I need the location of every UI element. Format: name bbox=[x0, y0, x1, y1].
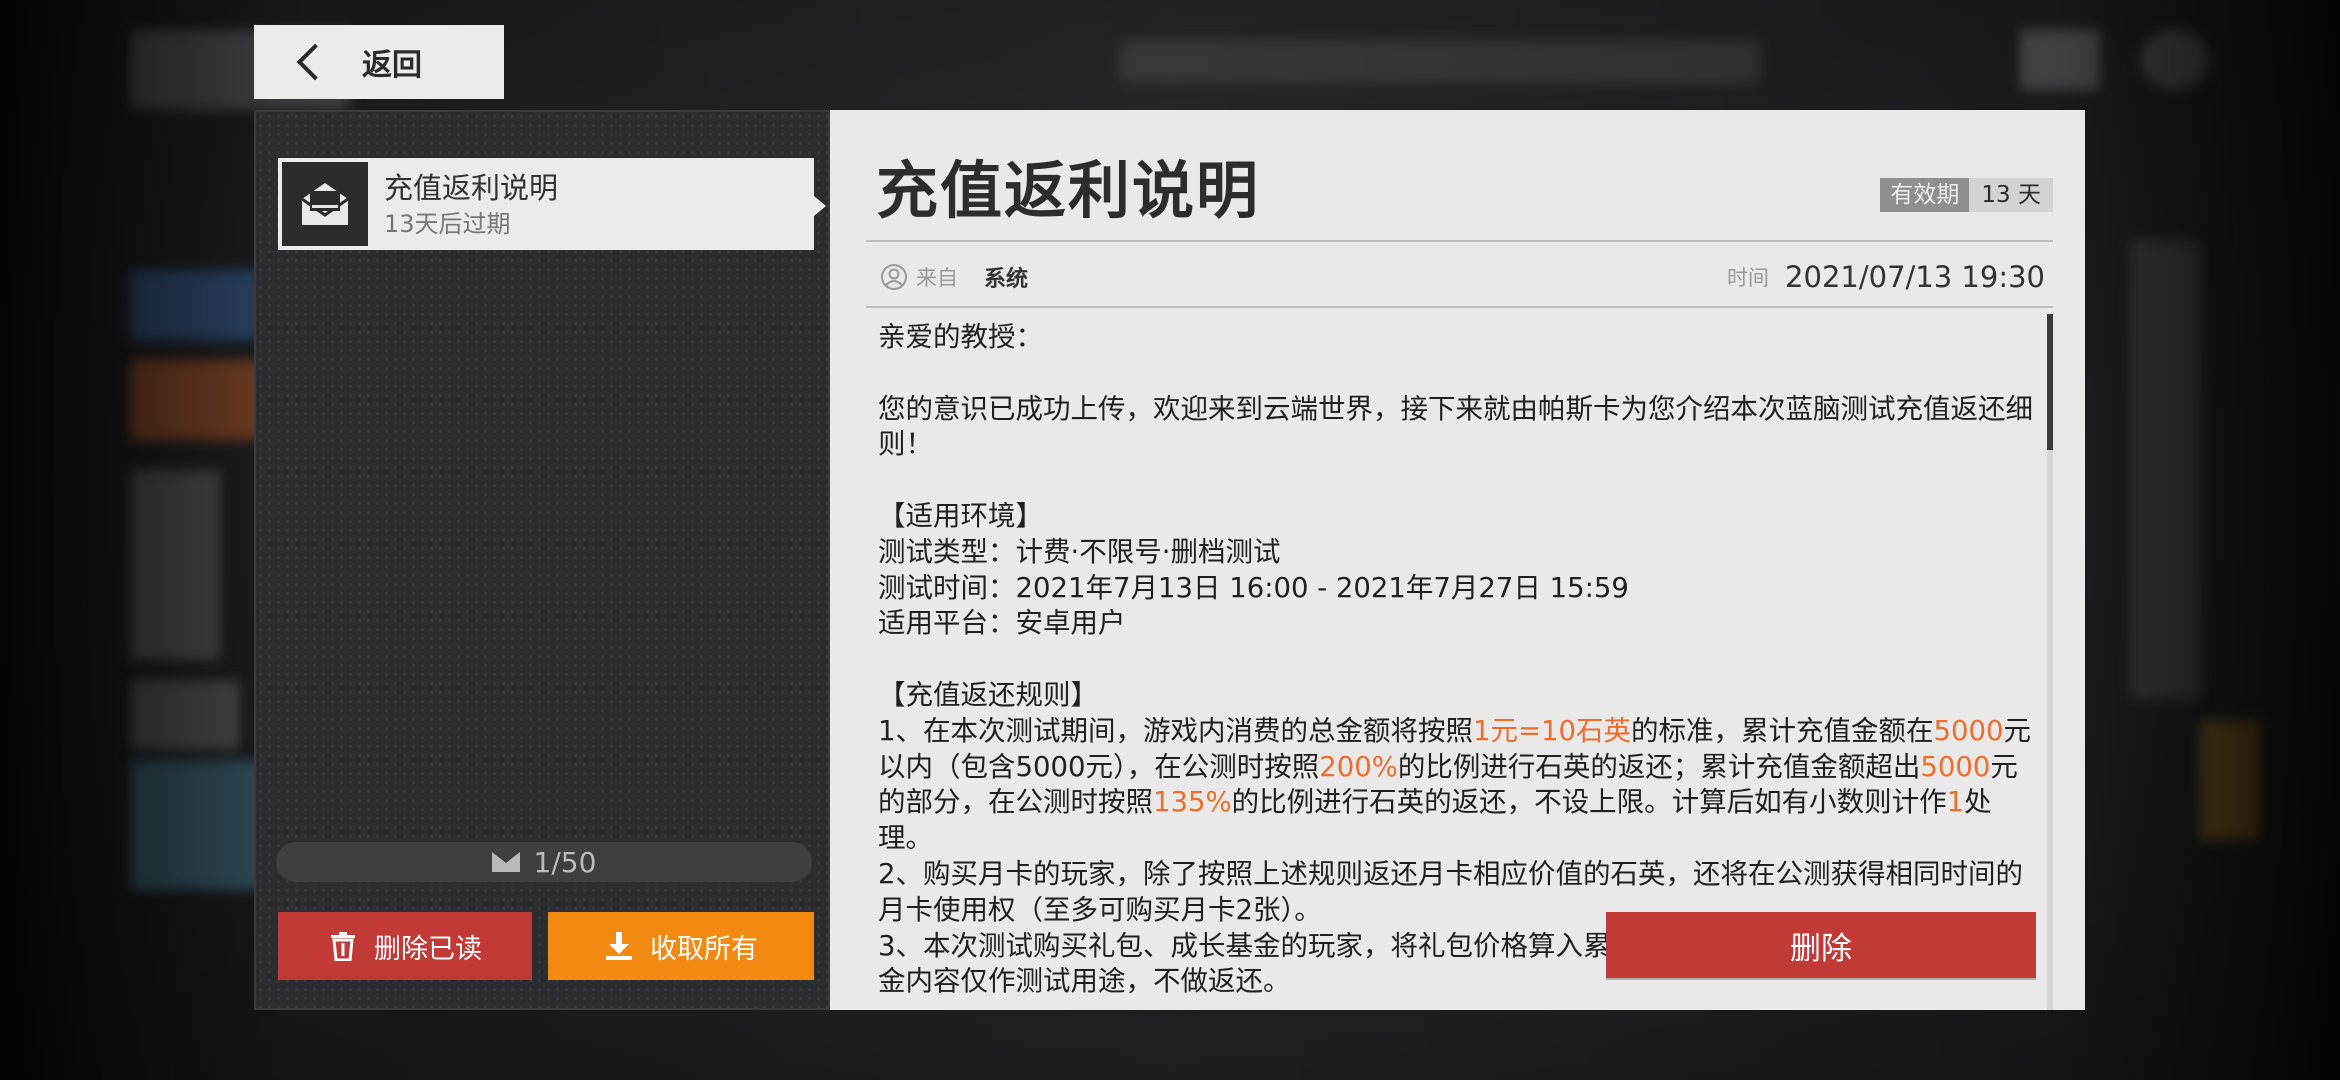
env-platform: 适用平台：安卓用户 bbox=[878, 607, 1126, 640]
back-button[interactable]: 返回 bbox=[254, 25, 504, 99]
scrollbar[interactable] bbox=[2047, 314, 2053, 1010]
envelope-icon bbox=[491, 852, 520, 872]
mail-title: 充值返利说明 bbox=[876, 154, 1261, 227]
highlight-percent: 135% bbox=[1153, 786, 1232, 819]
collect-all-label: 收取所有 bbox=[650, 933, 758, 965]
rules-heading: 【充值返还规则】 bbox=[878, 678, 1098, 711]
validity-label: 有效期 bbox=[1880, 178, 1970, 212]
time-label: 时间 bbox=[1727, 266, 1770, 290]
delete-button-label: 删除 bbox=[1790, 930, 1852, 967]
collect-all-button[interactable]: 收取所有 bbox=[548, 912, 814, 980]
divider bbox=[866, 240, 2053, 242]
trash-icon bbox=[331, 932, 355, 961]
time-value: 2021/07/13 19:30 bbox=[1785, 260, 2045, 294]
rule-1: 1、在本次测试期间，游戏内消费的总金额将按照1元=10石英的标准，累计充值金额在… bbox=[878, 714, 2032, 855]
divider bbox=[866, 306, 2053, 308]
mail-meta: 来自 系统 时间 2021/07/13 19:30 bbox=[866, 250, 2053, 304]
mail-item-title: 充值返利说明 bbox=[384, 171, 559, 205]
delete-read-label: 删除已读 bbox=[374, 933, 482, 965]
delete-button[interactable]: 删除 bbox=[1606, 912, 2036, 978]
mail-counter-text: 1/50 bbox=[533, 845, 597, 879]
mail-list-panel: 充值返利说明 13天后过期 1/50 删除已读 收取所有 bbox=[254, 110, 830, 1010]
delete-read-button[interactable]: 删除已读 bbox=[278, 912, 532, 980]
mail-item-expiry: 13天后过期 bbox=[384, 210, 511, 238]
highlight-percent: 200% bbox=[1319, 750, 1398, 783]
from-value: 系统 bbox=[984, 267, 1029, 292]
mail-body: 亲爱的教授： 您的意识已成功上传，欢迎来到云端世界，接下来就由帕斯卡为您介绍本次… bbox=[878, 320, 2038, 1000]
highlight-number: 1 bbox=[1946, 786, 1965, 819]
highlight-amount: 5000 bbox=[1920, 750, 1991, 783]
env-heading: 【适用环境】 bbox=[878, 499, 1043, 532]
validity-badge: 有效期 13 天 bbox=[1880, 178, 2053, 212]
validity-value: 13 天 bbox=[1969, 178, 2053, 212]
intro-paragraph: 您的意识已成功上传，欢迎来到云端世界，接下来就由帕斯卡为您介绍本次蓝脑测试充值返… bbox=[878, 392, 2033, 461]
from-label: 来自 bbox=[916, 266, 958, 290]
mail-counter: 1/50 bbox=[276, 842, 812, 882]
highlight-rate: 1元=10石英 bbox=[1473, 714, 1632, 747]
highlight-amount: 5000 bbox=[1933, 714, 2004, 747]
scrollbar-thumb[interactable] bbox=[2047, 314, 2053, 450]
chevron-left-icon bbox=[296, 43, 334, 81]
env-time: 测试时间：2021年7月13日 16:00 - 2021年7月27日 15:59 bbox=[878, 571, 1629, 604]
user-icon bbox=[881, 264, 907, 290]
back-button-label: 返回 bbox=[362, 48, 422, 83]
mail-list-item[interactable]: 充值返利说明 13天后过期 bbox=[278, 158, 826, 250]
download-icon bbox=[606, 932, 632, 960]
mail-body-scroll[interactable]: 亲爱的教授： 您的意识已成功上传，欢迎来到云端世界，接下来就由帕斯卡为您介绍本次… bbox=[878, 320, 2038, 1010]
mail-icon bbox=[282, 162, 368, 246]
greeting: 亲爱的教授： bbox=[878, 321, 1043, 353]
mail-detail-panel: 充值返利说明 有效期 13 天 来自 系统 时间 2021/07/13 19:3… bbox=[830, 110, 2085, 1010]
open-envelope-icon bbox=[301, 183, 349, 225]
env-type: 测试类型：计费·不限号·删档测试 bbox=[878, 535, 1281, 568]
